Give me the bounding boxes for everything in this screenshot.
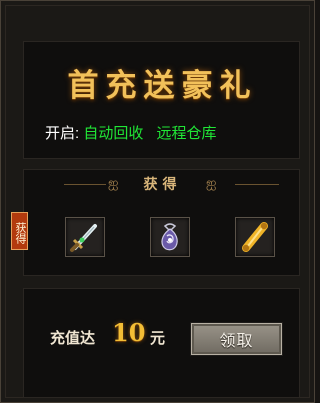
title-panel: 首充送豪礼 开启: 自动回收 远程仓库 [23,41,300,159]
feature-remote-storage: 远程仓库 [156,125,217,142]
reward-slot-amulet[interactable] [150,217,190,257]
currency-unit: 元 [150,329,166,347]
unlock-row: 开启: 自动回收 远程仓库 [45,122,217,143]
event-title: 首充送豪礼 [67,68,258,104]
ornament-right-icon: ஐ [206,176,217,191]
reward-slot-scroll[interactable] [235,217,275,257]
sword-icon [70,224,97,252]
claim-button[interactable]: 领取 [190,322,283,356]
recharge-amount: 10 [112,318,146,347]
unlock-label: 开启: [45,125,80,142]
reward-slot-sword[interactable] [65,217,105,257]
feature-auto-recycle: 自动回收 [83,125,144,142]
scroll-icon [242,222,268,252]
recharge-panel: 充值达 10 元 领取 [23,288,300,398]
header-divider-right [235,184,279,185]
rewards-panel: ஐ 获得 ஐ 获得 [11,169,301,276]
first-recharge-window: 首充送豪礼 开启: 自动回收 远程仓库 ஐ 获得 ஐ 获得 充值达 10 元 领… [0,0,315,403]
claim-button-label: 领取 [219,331,254,350]
amulet-icon [161,223,178,251]
rewards-header: ஐ 获得 ஐ [24,173,301,195]
rewards-badge: 获得 [11,212,28,250]
recharge-label: 充值达 [50,329,96,347]
